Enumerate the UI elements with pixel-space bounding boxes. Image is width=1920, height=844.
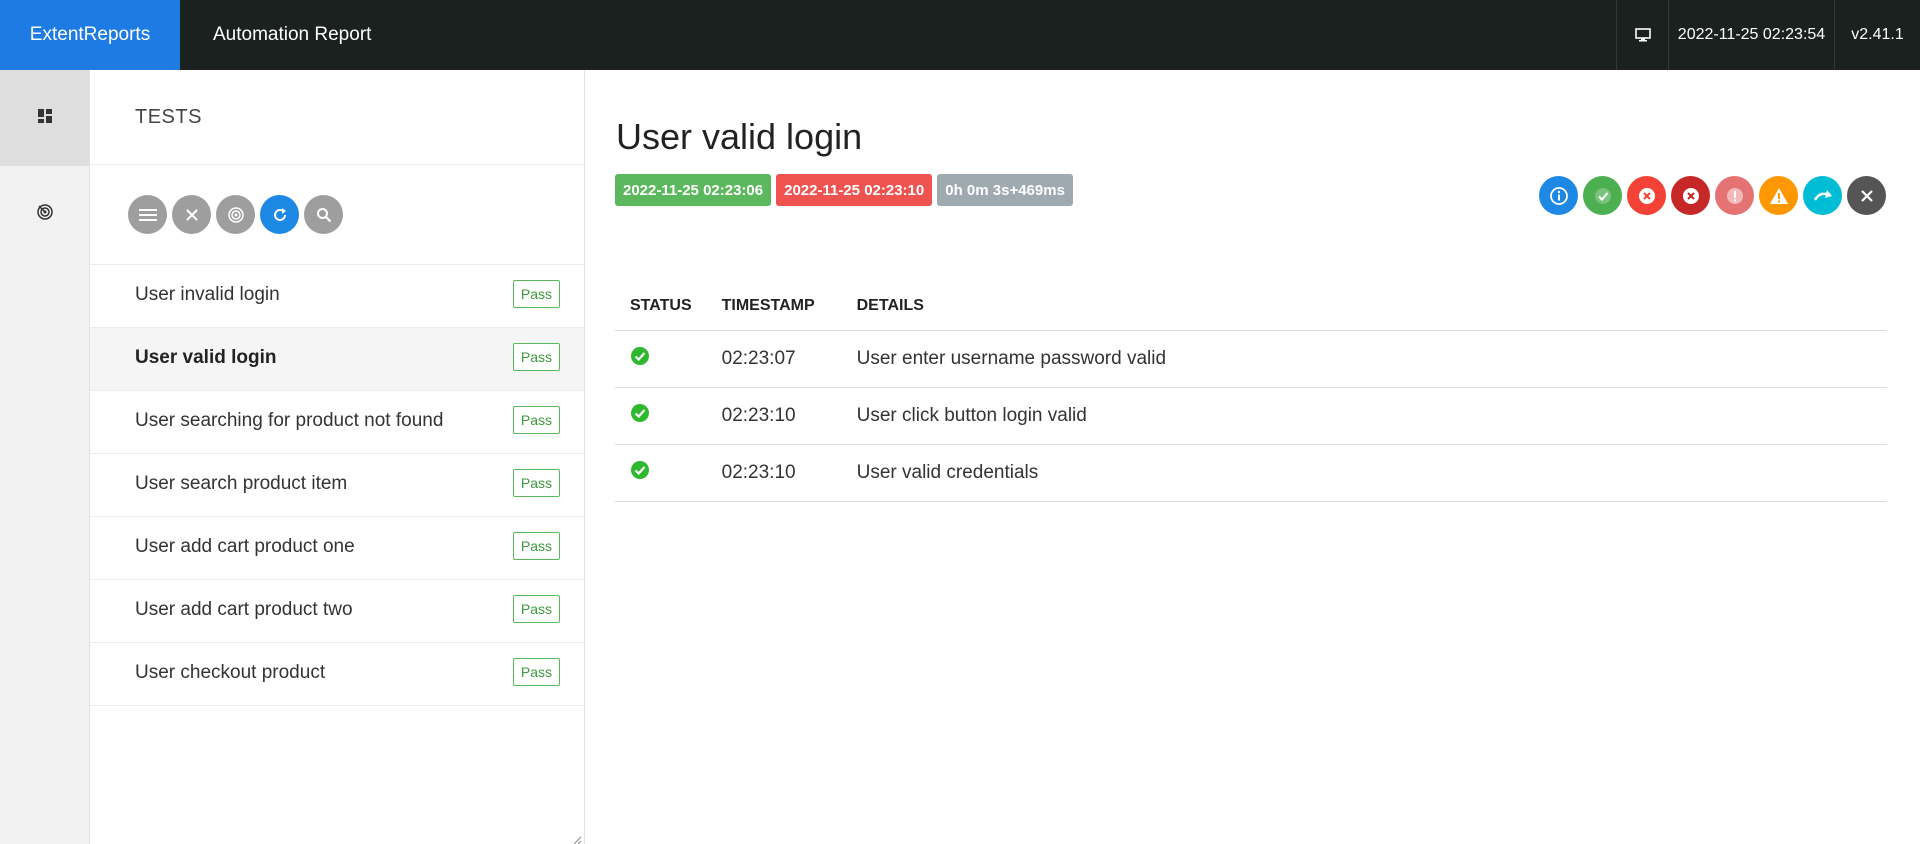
error-icon[interactable] — [1715, 176, 1754, 215]
details-cell: User enter username password valid — [841, 330, 1887, 388]
duration-badge: 0h 0m 3s+469ms — [937, 174, 1073, 206]
table-header-row: STATUS TIMESTAMP DETAILS — [615, 282, 1887, 331]
test-name: User add cart product one — [135, 536, 355, 557]
test-item[interactable]: User searching for product not found Pas… — [90, 391, 584, 454]
tests-toolbar — [90, 165, 584, 265]
pass-check-icon — [630, 404, 650, 428]
details-cell: User click button login valid — [841, 387, 1887, 445]
radar-icon[interactable] — [216, 195, 255, 234]
test-name: User checkout product — [135, 662, 326, 683]
warning-icon[interactable] — [1759, 176, 1798, 215]
test-time-tags: 2022-11-25 02:23:06 2022-11-25 02:23:10 … — [615, 174, 1073, 206]
status-badge: Pass — [512, 595, 560, 623]
list-icon[interactable] — [128, 195, 167, 234]
start-time-badge: 2022-11-25 02:23:06 — [615, 174, 772, 206]
timestamp-cell: 02:23:10 — [706, 387, 842, 445]
top-navbar: ExtentReports Automation Report 2022-11-… — [0, 0, 1920, 70]
version-label: v2.41.1 — [1834, 0, 1920, 70]
tests-panel: TESTS User invalid login Pass User valid… — [90, 70, 585, 844]
info-icon[interactable] — [1539, 176, 1578, 215]
table-row: 02:23:10 User valid credentials — [615, 444, 1887, 502]
timestamp-cell: 02:23:10 — [706, 444, 842, 502]
test-log-table: STATUS TIMESTAMP DETAILS 02:23:07 User e… — [615, 282, 1887, 502]
status-badge: Pass — [512, 658, 560, 686]
test-item[interactable]: User checkout product Pass — [90, 643, 584, 706]
table-row: 02:23:07 User enter username password va… — [615, 330, 1887, 388]
rail-item-dashboard[interactable] — [0, 70, 89, 166]
status-badge: Pass — [512, 280, 560, 308]
skip-icon[interactable] — [1803, 176, 1842, 215]
column-header-details: DETAILS — [841, 282, 1887, 331]
test-item[interactable]: User valid login Pass — [90, 328, 584, 391]
navbar-right: 2022-11-25 02:23:54 v2.41.1 — [1616, 0, 1920, 70]
refresh-icon[interactable] — [260, 195, 299, 234]
test-item[interactable]: User invalid login Pass — [90, 265, 584, 328]
rail-item-radar[interactable] — [0, 166, 89, 262]
test-item[interactable]: User add cart product two Pass — [90, 580, 584, 643]
pass-check-icon — [630, 347, 650, 371]
test-detail: User valid login 2022-11-25 02:23:06 202… — [586, 70, 1920, 844]
report-timestamp: 2022-11-25 02:23:54 — [1668, 0, 1834, 70]
end-time-badge: 2022-11-25 02:23:10 — [776, 174, 933, 206]
test-name: User search product item — [135, 473, 348, 494]
status-cell — [615, 330, 707, 388]
table-row: 02:23:10 User click button login valid — [615, 387, 1887, 445]
monitor-icon — [1616, 0, 1668, 70]
details-cell: User valid credentials — [841, 444, 1887, 502]
side-rail — [0, 70, 90, 844]
test-name: User invalid login — [135, 284, 280, 305]
report-title: Automation Report — [213, 24, 372, 45]
test-list: User invalid login Pass User valid login… — [90, 265, 584, 706]
status-badge: Pass — [512, 343, 560, 371]
status-badge: Pass — [512, 406, 560, 434]
test-name: User valid login — [135, 347, 277, 368]
close-icon[interactable] — [172, 195, 211, 234]
fail-icon[interactable] — [1627, 176, 1666, 215]
pass-check-icon — [630, 461, 650, 485]
column-header-timestamp: TIMESTAMP — [706, 282, 842, 331]
status-badge: Pass — [512, 532, 560, 560]
tests-heading: TESTS — [90, 70, 584, 165]
status-filter-buttons — [1539, 176, 1886, 215]
fatal-icon[interactable] — [1671, 176, 1710, 215]
radar-icon — [36, 203, 54, 226]
test-name: User searching for product not found — [135, 410, 444, 431]
pass-check-icon[interactable] — [1583, 176, 1622, 215]
clear-icon[interactable] — [1847, 176, 1886, 215]
test-item[interactable]: User search product item Pass — [90, 454, 584, 517]
test-item[interactable]: User add cart product one Pass — [90, 517, 584, 580]
dashboard-icon — [37, 108, 53, 129]
resize-handle[interactable] — [572, 832, 582, 844]
status-cell — [615, 444, 707, 502]
status-cell — [615, 387, 707, 445]
test-title: User valid login — [616, 116, 863, 157]
timestamp-cell: 02:23:07 — [706, 330, 842, 388]
status-badge: Pass — [512, 469, 560, 497]
brand-logo[interactable]: ExtentReports — [0, 0, 180, 70]
column-header-status: STATUS — [615, 282, 707, 331]
search-icon[interactable] — [304, 195, 343, 234]
test-name: User add cart product two — [135, 599, 353, 620]
